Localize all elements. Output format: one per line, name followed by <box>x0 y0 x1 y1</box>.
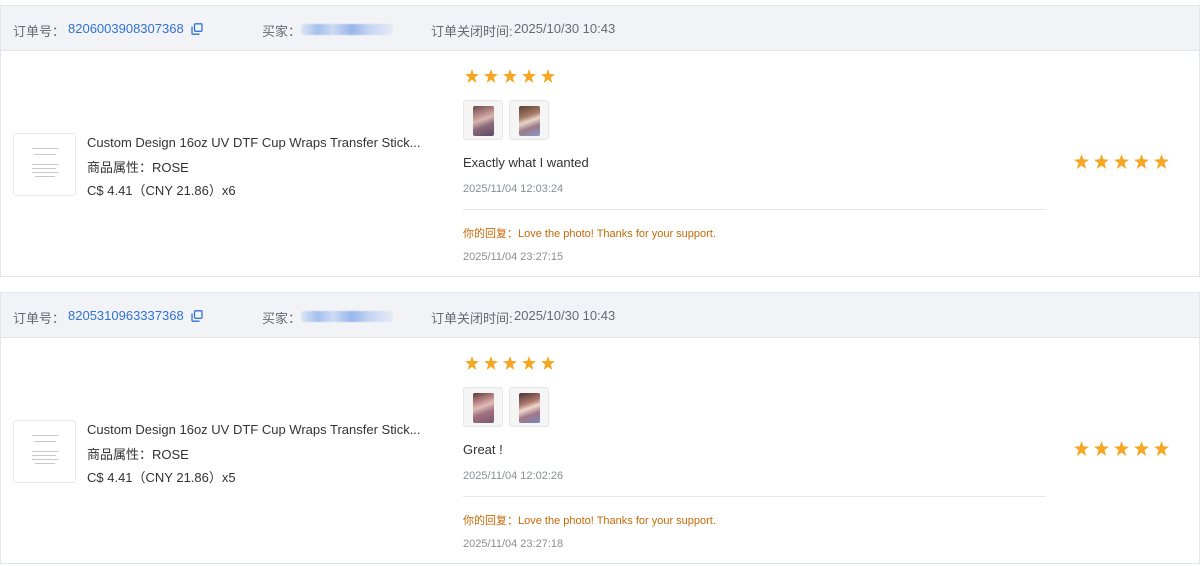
star-icon <box>1134 441 1149 456</box>
star-icon <box>465 356 479 370</box>
order-header: 订单号： 8205310963337368 买家： 订单关闭时间: 2025/1… <box>1 293 1199 338</box>
review-time: 2025/11/04 12:03:24 <box>463 183 564 195</box>
product-price: C$ 4.41（CNY 21.86）x6 <box>87 183 236 198</box>
star-icon <box>1094 154 1109 169</box>
star-icon <box>503 69 517 83</box>
star-icon <box>465 69 479 83</box>
copy-icon[interactable] <box>191 310 203 322</box>
star-icon <box>503 356 517 370</box>
review-text: Great ! <box>463 442 503 457</box>
store-rating <box>1074 441 1169 456</box>
star-icon <box>484 356 498 370</box>
star-icon <box>484 69 498 83</box>
star-icon <box>1074 154 1089 169</box>
copy-icon[interactable] <box>191 23 203 35</box>
order-number-label: 订单号： <box>13 311 66 326</box>
close-time-label: 订单关闭时间: <box>431 311 513 326</box>
reply-time: 2025/11/04 23:27:15 <box>463 251 564 263</box>
buyer-name-blurred <box>301 311 393 322</box>
product-price: C$ 4.41（CNY 21.86）x5 <box>87 470 236 485</box>
buyer-name-blurred <box>301 24 393 35</box>
star-icon <box>541 356 555 370</box>
reply-time: 2025/11/04 23:27:18 <box>463 538 564 550</box>
review-rating <box>465 69 555 83</box>
buyer-label: 买家： <box>262 311 302 326</box>
star-icon <box>541 69 555 83</box>
star-icon <box>1114 154 1129 169</box>
order-number-label: 订单号： <box>13 24 66 39</box>
seller-reply: 你的回复：Love the photo! Thanks for your sup… <box>463 515 716 527</box>
star-icon <box>522 356 536 370</box>
star-icon <box>1074 441 1089 456</box>
review-rating <box>465 356 555 370</box>
order-number-link[interactable]: 8206003908307368 <box>68 21 184 36</box>
buyer-label: 买家： <box>262 24 302 39</box>
divider <box>463 496 1046 497</box>
product-thumbnail[interactable] <box>13 420 76 483</box>
review-time: 2025/11/04 12:02:26 <box>463 470 564 482</box>
product-attribute: 商品属性：ROSE <box>87 160 189 175</box>
product-title[interactable]: Custom Design 16oz UV DTF Cup Wraps Tran… <box>87 135 427 150</box>
star-icon <box>1154 441 1169 456</box>
close-time-label: 订单关闭时间: <box>431 24 513 39</box>
close-time-value: 2025/10/30 10:43 <box>514 308 616 323</box>
divider <box>463 209 1046 210</box>
star-icon <box>1094 441 1109 456</box>
close-time-value: 2025/10/30 10:43 <box>514 21 616 36</box>
store-rating <box>1074 154 1169 169</box>
product-title[interactable]: Custom Design 16oz UV DTF Cup Wraps Tran… <box>87 422 427 437</box>
order-header: 订单号： 8206003908307368 买家： 订单关闭时间: 2025/1… <box>1 6 1199 51</box>
product-thumbnail[interactable] <box>13 133 76 196</box>
order-card: 订单号： 8206003908307368 买家： 订单关闭时间: 2025/1… <box>0 5 1200 277</box>
review-text: Exactly what I wanted <box>463 155 589 170</box>
review-photo[interactable] <box>509 100 549 140</box>
review-photo[interactable] <box>463 387 503 427</box>
star-icon <box>1154 154 1169 169</box>
star-icon <box>1134 154 1149 169</box>
review-photo[interactable] <box>463 100 503 140</box>
star-icon <box>522 69 536 83</box>
order-card: 订单号： 8205310963337368 买家： 订单关闭时间: 2025/1… <box>0 292 1200 564</box>
order-number-link[interactable]: 8205310963337368 <box>68 308 184 323</box>
seller-reply: 你的回复：Love the photo! Thanks for your sup… <box>463 228 716 240</box>
star-icon <box>1114 441 1129 456</box>
product-attribute: 商品属性：ROSE <box>87 447 189 462</box>
review-photo[interactable] <box>509 387 549 427</box>
